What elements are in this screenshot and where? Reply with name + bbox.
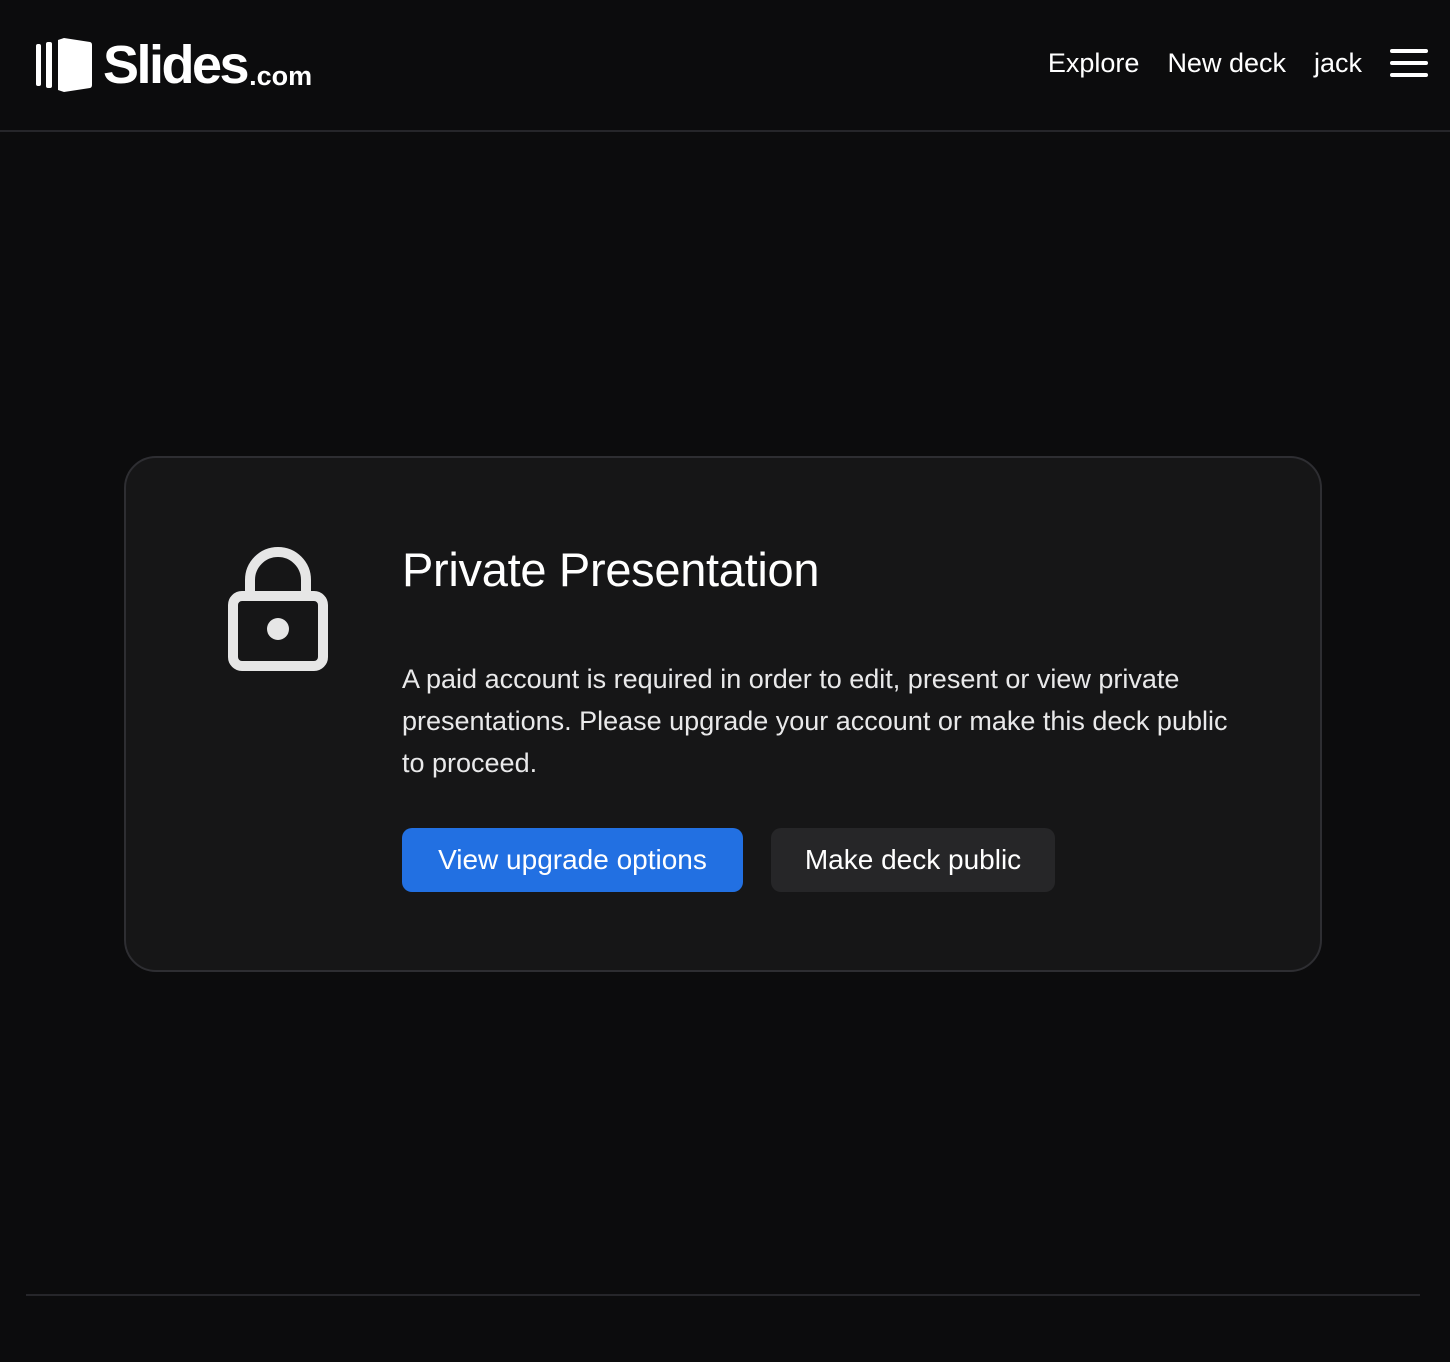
footer-divider [26, 1294, 1420, 1296]
view-upgrade-options-button[interactable]: View upgrade options [402, 828, 743, 892]
logo-suffix: .com [249, 61, 313, 91]
nav-explore-link[interactable]: Explore [1048, 48, 1140, 79]
page-title: Private Presentation [402, 543, 820, 596]
hamburger-bar [1390, 61, 1428, 65]
hamburger-menu-icon[interactable] [1390, 49, 1428, 77]
hamburger-bar [1390, 73, 1428, 77]
slides-logo[interactable]: Slides .com [36, 36, 312, 92]
private-presentation-card: Private Presentation A paid account is r… [124, 456, 1322, 972]
nav-new-deck-link[interactable]: New deck [1167, 48, 1286, 79]
slides-logo-icon [36, 38, 92, 92]
card-actions: View upgrade options Make deck public [402, 828, 1055, 892]
lock-icon [228, 547, 328, 671]
site-header: Slides .com Explore New deck jack [0, 0, 1450, 132]
card-body: Private Presentation A paid account is r… [402, 538, 1232, 784]
card-message: A paid account is required in order to e… [402, 664, 1228, 778]
main-nav: Explore New deck jack [1048, 42, 1428, 84]
logo-wordmark: Slides [103, 35, 250, 95]
nav-user-link[interactable]: jack [1314, 48, 1362, 79]
make-deck-public-button[interactable]: Make deck public [771, 828, 1055, 892]
hamburger-bar [1390, 49, 1428, 53]
